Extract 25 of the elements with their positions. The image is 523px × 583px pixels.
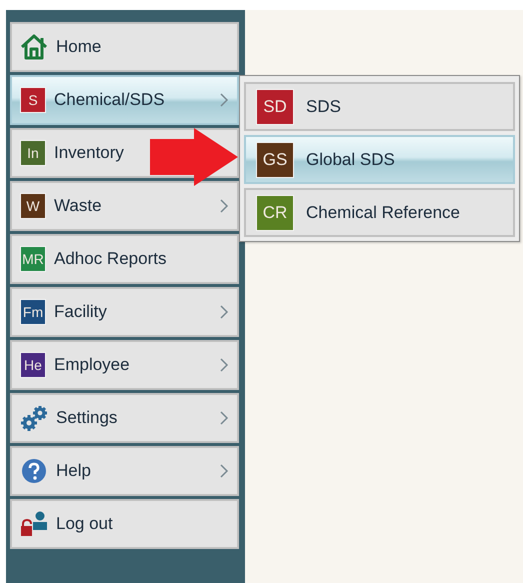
menu-item[interactable]: Fm Facility	[10, 287, 239, 337]
help-icon	[20, 458, 48, 484]
menu-item[interactable]: MR Adhoc Reports	[10, 234, 239, 284]
badge-icon: MR	[20, 246, 46, 272]
submenu-item[interactable]: GS Global SDS	[244, 135, 515, 184]
badge-icon: He	[20, 352, 46, 378]
menu-item[interactable]: He Employee	[10, 340, 239, 390]
badge-icon: SD	[256, 88, 294, 124]
badge-icon: CR	[256, 194, 294, 230]
badge-icon: W	[20, 193, 46, 219]
logout-icon	[20, 511, 48, 537]
badge-icon: Fm	[20, 299, 46, 325]
menu-item[interactable]: S Chemical/SDS	[10, 75, 239, 125]
menu-item[interactable]: Help	[10, 446, 239, 496]
menu-item[interactable]: Log out	[10, 499, 239, 549]
submenu-item[interactable]: SD SDS	[244, 82, 515, 131]
menu-item[interactable]: Home	[10, 22, 239, 72]
home-icon	[20, 34, 48, 60]
menu-item[interactable]: W Waste	[10, 181, 239, 231]
badge-icon: S	[20, 87, 46, 113]
submenu-item[interactable]: CR Chemical Reference	[244, 188, 515, 237]
badge-icon: GS	[256, 142, 294, 178]
badge-icon: In	[20, 140, 46, 166]
menu-item[interactable]: Settings	[10, 393, 239, 443]
gears-icon	[20, 405, 48, 431]
